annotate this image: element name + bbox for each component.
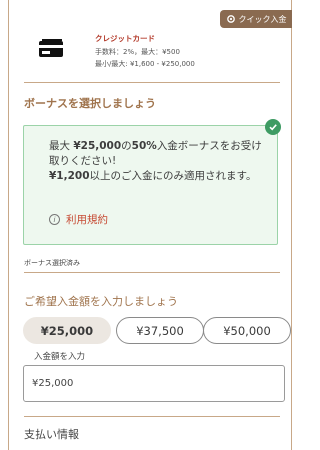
amount-section-title: ご希望入金額を入力しましょう	[24, 295, 178, 308]
bonus-description: 最大 ¥25,000の50%入金ボーナスをお受け取りください! ¥1,200以上…	[49, 140, 262, 182]
amount-chip-25000[interactable]: ¥25,000	[23, 317, 111, 344]
amount-chip-37500[interactable]: ¥37,500	[116, 317, 204, 344]
quick-deposit-tab[interactable]: クイック入金	[220, 10, 292, 28]
fee-info: 手数料：2%，最大：¥500	[95, 48, 180, 56]
gear-icon	[226, 15, 235, 23]
divider	[24, 416, 280, 417]
info-icon: i	[49, 214, 60, 225]
limit-info: 最小/最大: ¥1,600 - ¥250,000	[95, 60, 195, 68]
terms-link[interactable]: i 利用規約	[49, 212, 108, 227]
credit-card-icon	[39, 39, 63, 57]
payment-method-card[interactable]: クレジットカード 手数料：2%，最大：¥500 最小/最大: ¥1,600 - …	[8, 30, 292, 80]
divider	[24, 272, 280, 273]
amount-chip-50000[interactable]: ¥50,000	[203, 317, 291, 344]
payment-method-name: クレジットカード	[95, 34, 155, 43]
quick-deposit-label: クイック入金	[238, 14, 287, 24]
amount-input[interactable]	[23, 365, 285, 402]
terms-label: 利用規約	[66, 214, 108, 226]
payment-info-title: 支払い情報	[24, 428, 79, 441]
bonus-selected-status: ボーナス選択済み	[24, 259, 80, 267]
amount-input-label: 入金額を入力	[34, 352, 86, 362]
bonus-section-title: ボーナスを選択しましょう	[24, 97, 156, 110]
check-icon	[265, 119, 281, 135]
divider	[24, 82, 280, 83]
